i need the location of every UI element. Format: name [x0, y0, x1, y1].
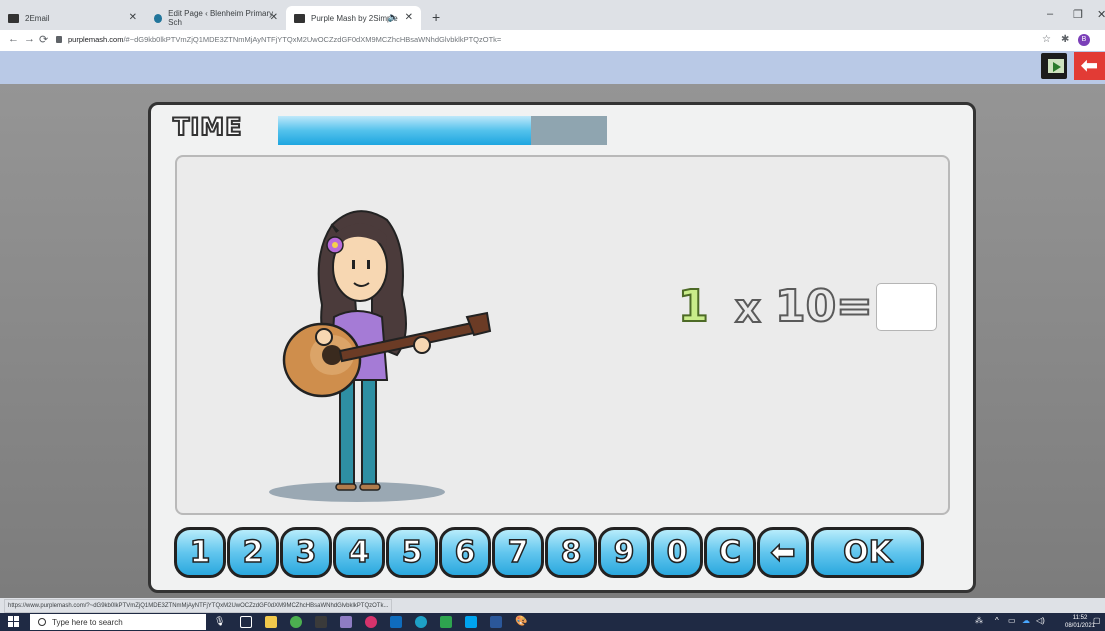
lock-icon — [56, 36, 62, 43]
chrome-icon[interactable] — [290, 616, 302, 628]
time-progress-bar — [278, 116, 607, 145]
search-placeholder: Type here to search — [52, 617, 123, 627]
backspace-button[interactable]: ⬅ — [757, 527, 809, 578]
clear-button[interactable]: C — [704, 527, 756, 578]
microphone-icon[interactable]: 🎙 — [214, 616, 226, 628]
search-icon — [38, 618, 46, 626]
back-arrow-icon: ⬅ — [1081, 55, 1098, 77]
tab-title: 2Email — [25, 13, 50, 23]
close-icon[interactable]: ✕ — [270, 12, 278, 23]
close-window-button[interactable]: ✕ — [1097, 8, 1105, 21]
play-icon — [1053, 62, 1061, 72]
key-9[interactable]: 9 — [598, 527, 650, 578]
key-0[interactable]: 0 — [651, 527, 703, 578]
minimize-button[interactable]: – — [1047, 8, 1053, 20]
app-icon[interactable] — [340, 616, 352, 628]
link-status-bar: https://www.purplemash.com/?~dG9kb0lkPTV… — [4, 599, 393, 613]
tab-purple-mash[interactable]: Purple Mash by 2Simple 🔈 ✕ — [286, 6, 421, 30]
extensions-icon[interactable]: ✱ — [1061, 34, 1069, 45]
tab-edit-page[interactable]: Edit Page ‹ Blenheim Primary Sch ✕ — [146, 6, 286, 30]
video-play-button[interactable] — [1041, 53, 1067, 79]
wordpress-icon — [154, 13, 163, 23]
key-1[interactable]: 1 — [174, 527, 226, 578]
key-6[interactable]: 6 — [439, 527, 491, 578]
key-5[interactable]: 5 — [386, 527, 438, 578]
key-4[interactable]: 4 — [333, 527, 385, 578]
taskbar-search-box[interactable]: Type here to search — [30, 614, 206, 630]
equation-right-operand: 10 — [774, 281, 837, 333]
tab-title: Purple Mash by 2Simple — [311, 13, 398, 23]
network-icon[interactable]: ▭ — [1008, 616, 1016, 625]
paint-icon[interactable]: 🎨 — [515, 616, 527, 628]
tab-2email[interactable]: 2Email ✕ — [0, 6, 145, 30]
onedrive-icon[interactable]: ☁ — [1022, 616, 1030, 625]
equals-sign: = — [835, 281, 874, 333]
exit-back-button[interactable]: ⬅ — [1074, 52, 1105, 80]
notifications-icon[interactable]: ▢ — [1093, 616, 1101, 625]
close-icon[interactable]: ✕ — [129, 12, 137, 23]
forward-arrow-icon[interactable]: → — [24, 33, 35, 45]
bookmark-star-icon[interactable]: ☆ — [1042, 34, 1051, 45]
time-progress-fill — [278, 116, 532, 145]
maximize-button[interactable]: ❐ — [1073, 8, 1083, 21]
outlook-icon[interactable] — [390, 616, 402, 628]
address-bar: ← → ⟳ purplemash.com/#~dG9kb0lkPTVmZjQ1M… — [0, 30, 1105, 51]
app-icon[interactable] — [365, 616, 377, 628]
multiply-operator: x — [734, 285, 762, 333]
people-icon[interactable]: ⁂ — [975, 616, 983, 625]
girl-playing-guitar-illustration — [269, 210, 492, 502]
ok-button[interactable]: OK — [811, 527, 924, 578]
question-scene — [175, 155, 950, 515]
taskbar-clock[interactable]: 11:52 08/01/2021 — [1065, 614, 1095, 630]
file-explorer-icon[interactable] — [265, 616, 277, 628]
time-label: TIME — [172, 112, 243, 142]
key-7[interactable]: 7 — [492, 527, 544, 578]
key-2[interactable]: 2 — [227, 527, 279, 578]
skype-icon[interactable] — [465, 616, 477, 628]
publisher-icon[interactable] — [440, 616, 452, 628]
app-header — [0, 51, 1105, 84]
new-tab-button[interactable]: + — [432, 9, 440, 25]
browser-tab-bar: 2Email ✕ Edit Page ‹ Blenheim Primary Sc… — [0, 0, 1105, 30]
volume-icon[interactable]: ◁) — [1036, 616, 1045, 625]
word-icon[interactable] — [490, 616, 502, 628]
equation-left-operand: 1 — [677, 281, 710, 333]
chevron-up-icon[interactable]: ^ — [995, 616, 999, 625]
windows-taskbar: Type here to search 🎙 🎨 ⁂ ^ ▭ ☁ ◁) 11:52… — [0, 613, 1105, 631]
close-icon[interactable]: ✕ — [405, 12, 413, 23]
app-icon[interactable] — [315, 616, 327, 628]
back-arrow-icon[interactable]: ← — [8, 33, 19, 45]
reload-icon[interactable]: ⟳ — [39, 33, 48, 46]
email-icon — [8, 13, 19, 23]
url-field[interactable]: purplemash.com/#~dG9kb0lkPTVmZjQ1MDE3ZTN… — [68, 35, 501, 44]
answer-input[interactable] — [876, 283, 937, 331]
task-view-icon[interactable] — [240, 616, 252, 628]
edge-icon[interactable] — [415, 616, 427, 628]
purple-mash-icon — [294, 13, 305, 23]
profile-avatar[interactable]: B — [1078, 34, 1090, 46]
key-3[interactable]: 3 — [280, 527, 332, 578]
tab-title: Edit Page ‹ Blenheim Primary Sch — [168, 9, 274, 27]
windows-start-icon[interactable] — [8, 616, 20, 628]
key-8[interactable]: 8 — [545, 527, 597, 578]
speaker-icon[interactable]: 🔈 — [388, 12, 399, 23]
